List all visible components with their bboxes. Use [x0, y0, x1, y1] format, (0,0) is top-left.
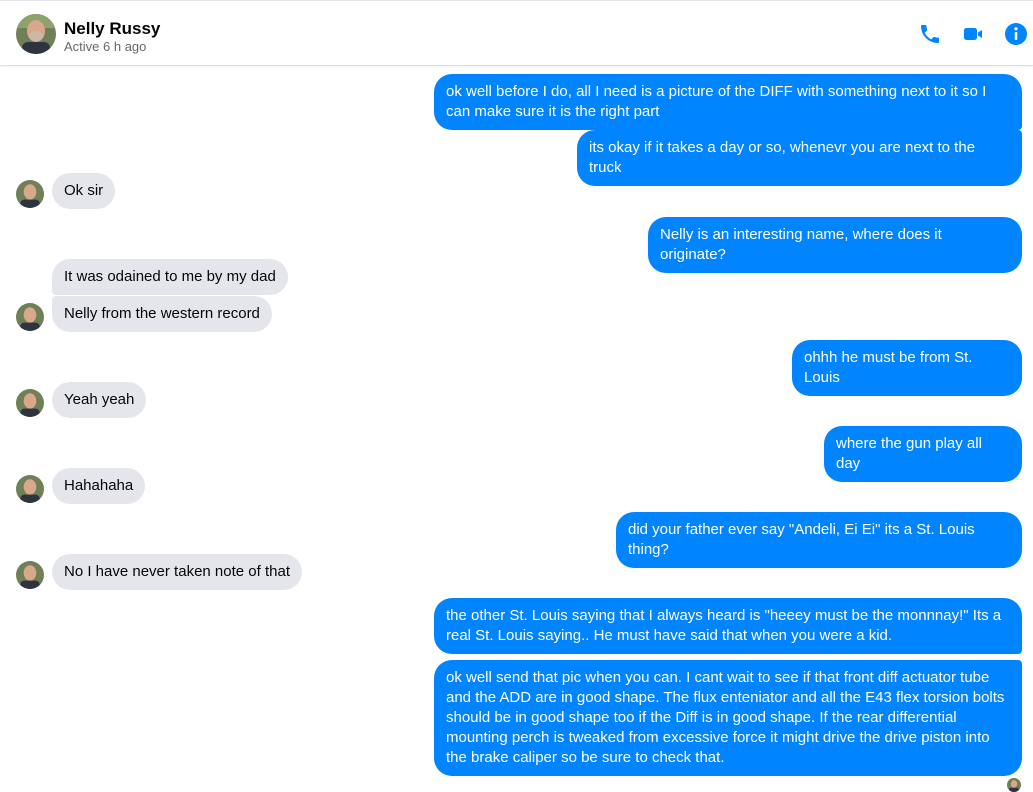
- contact-avatar-small[interactable]: [16, 303, 44, 331]
- incoming-message[interactable]: Hahahaha: [52, 468, 146, 504]
- contact-avatar-small[interactable]: [16, 389, 44, 417]
- outgoing-message[interactable]: the other St. Louis saying that I always…: [434, 598, 1022, 654]
- outgoing-message[interactable]: its okay if it takes a day or so, whenev…: [577, 130, 1022, 186]
- incoming-message[interactable]: No I have never taken note of that: [52, 554, 302, 590]
- outgoing-message[interactable]: did your father ever say "Andeli, Ei Ei"…: [616, 512, 1022, 568]
- phone-icon[interactable]: [918, 22, 942, 46]
- contact-name[interactable]: Nelly Russy: [64, 19, 160, 39]
- scrollbar[interactable]: [1025, 66, 1033, 792]
- outgoing-message[interactable]: Nelly is an interesting name, where does…: [648, 217, 1022, 273]
- incoming-message[interactable]: It was odained to me by my dad: [52, 259, 288, 295]
- conversation-header: Nelly Russy Active 6 h ago: [0, 0, 1033, 66]
- info-icon[interactable]: [1004, 22, 1028, 46]
- contact-avatar-small[interactable]: [16, 180, 44, 208]
- incoming-message[interactable]: Nelly from the western record: [52, 296, 272, 332]
- incoming-message[interactable]: Yeah yeah: [52, 382, 147, 418]
- contact-avatar-small[interactable]: [16, 561, 44, 589]
- contact-avatar-small[interactable]: [16, 475, 44, 503]
- active-status: Active 6 h ago: [64, 39, 147, 54]
- outgoing-message[interactable]: ok well send that pic when you can. I ca…: [434, 660, 1022, 776]
- seen-indicator-avatar: [1007, 778, 1021, 792]
- messenger-chat-window: Nelly Russy Active 6 h ago ok well befor…: [0, 0, 1033, 792]
- outgoing-message[interactable]: ok well before I do, all I need is a pic…: [434, 74, 1022, 130]
- outgoing-message[interactable]: where the gun play all day: [824, 426, 1022, 482]
- outgoing-message[interactable]: ohhh he must be from St. Louis: [792, 340, 1022, 396]
- incoming-message[interactable]: Ok sir: [52, 173, 116, 209]
- contact-avatar[interactable]: [16, 14, 56, 54]
- video-camera-icon[interactable]: [961, 22, 985, 46]
